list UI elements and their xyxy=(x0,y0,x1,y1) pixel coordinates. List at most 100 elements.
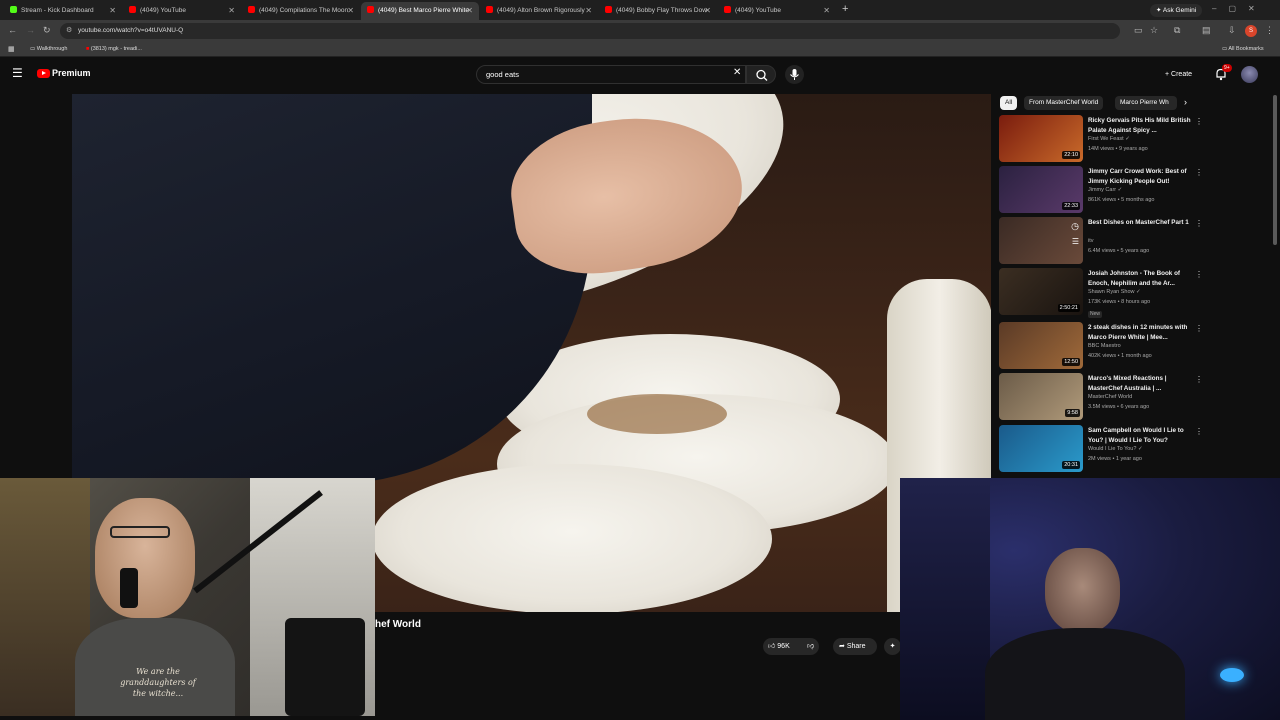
close-tab-icon[interactable]: ✕ xyxy=(704,2,711,19)
webcam-left: We are the granddaughters of the witche.… xyxy=(0,478,375,716)
account-avatar[interactable] xyxy=(1241,66,1258,83)
voice-search-button[interactable] xyxy=(785,65,804,84)
duration-badge: 22:10 xyxy=(1062,151,1080,159)
bookmark-walkthrough[interactable]: ▭ Walkthrough xyxy=(30,44,67,55)
cast-icon[interactable]: ▭ xyxy=(1134,25,1143,36)
site-info-icon[interactable]: ⚙ xyxy=(66,23,72,39)
video-title[interactable]: Ricky Gervais Pits His Mild British Pala… xyxy=(1088,116,1192,135)
video-thumbnail[interactable]: 22:10 xyxy=(999,115,1083,162)
recommended-video[interactable]: 9:58 Marco's Mixed Reactions | MasterChe… xyxy=(999,373,1209,422)
video-thumbnail[interactable]: 20:31 xyxy=(999,425,1083,472)
video-meta: 402K views • 1 month ago xyxy=(1088,353,1152,359)
video-title[interactable]: Jimmy Carr Crowd Work: Best of Jimmy Kic… xyxy=(1088,167,1192,186)
ask-button[interactable]: ✦ xyxy=(884,638,901,655)
more-options-icon[interactable]: ⋮ xyxy=(1195,117,1203,126)
recommended-video[interactable]: 22:10 Ricky Gervais Pits His Mild Britis… xyxy=(999,115,1209,164)
clear-search-icon[interactable]: ✕ xyxy=(733,67,741,78)
hamburger-menu-icon[interactable]: ☰ xyxy=(12,66,23,80)
sidebar-scrollbar[interactable] xyxy=(1273,95,1277,245)
duration-badge: 22:33 xyxy=(1062,202,1080,210)
sauce xyxy=(587,394,727,434)
close-tab-icon[interactable]: ✕ xyxy=(228,2,235,19)
forward-icon[interactable]: → xyxy=(26,25,35,35)
chevron-right-icon[interactable]: › xyxy=(1184,97,1187,107)
dislike-button[interactable]: 👎︎ xyxy=(807,638,814,655)
video-thumbnail[interactable]: ◷ ☰ xyxy=(999,217,1083,264)
all-bookmarks[interactable]: ▭ All Bookmarks xyxy=(1222,44,1264,55)
channel-name[interactable]: First We Feast ✓ xyxy=(1088,136,1130,142)
close-tab-icon[interactable]: ✕ xyxy=(466,2,473,19)
extensions-icon[interactable]: ⧉ xyxy=(1174,25,1180,36)
chip-from-masterchef-world[interactable]: From MasterChef World xyxy=(1024,96,1104,110)
window-controls[interactable]: –▢✕ xyxy=(1212,4,1267,13)
url-field[interactable]: ⚙ youtube.com/watch?v=o4tUVANU-Q xyxy=(60,23,1120,39)
recommended-video[interactable]: 20:31 Sam Campbell on Would I Lie to You… xyxy=(999,425,1209,474)
webcam-right xyxy=(900,478,1280,720)
new-tab-button[interactable]: + xyxy=(842,3,848,15)
chip-marco-pierre-white[interactable]: Marco Pierre Wh xyxy=(1115,96,1177,110)
bookmark-star-icon[interactable]: ☆ xyxy=(1150,25,1158,36)
video-title[interactable]: Marco's Mixed Reactions | MasterChef Aus… xyxy=(1088,374,1192,393)
duration-badge: 2:50:21 xyxy=(1057,304,1080,312)
kick-favicon-icon xyxy=(10,6,17,13)
duration-badge: 20:31 xyxy=(1062,461,1080,469)
duration-badge: 9:58 xyxy=(1065,409,1080,417)
more-options-icon[interactable]: ⋮ xyxy=(1195,375,1203,384)
close-tab-icon[interactable]: ✕ xyxy=(823,2,830,19)
video-title[interactable]: Sam Campbell on Would I Lie to You? | Wo… xyxy=(1088,426,1192,445)
youtube-logo-icon[interactable] xyxy=(37,69,50,78)
video-meta: 6.4M views • 5 years ago xyxy=(1088,248,1150,254)
channel-name[interactable]: Shawn Ryan Show ✓ xyxy=(1088,289,1141,295)
channel-name[interactable]: MasterChef World xyxy=(1088,394,1132,400)
recommended-video[interactable]: ◷ ☰ Best Dishes on MasterChef Part 1 itv… xyxy=(999,217,1209,266)
video-thumbnail[interactable]: 9:58 xyxy=(999,373,1083,420)
browser-tab[interactable]: (4049) Compilations The Moon ✕ xyxy=(242,2,360,20)
create-button[interactable]: + Create xyxy=(1158,66,1199,83)
reload-icon[interactable]: ↻ xyxy=(43,25,51,36)
chip-all[interactable]: All xyxy=(1000,96,1018,110)
downloads-icon[interactable]: ⇩ xyxy=(1228,25,1236,36)
recommended-video[interactable]: 12:50 2 steak dishes in 12 minutes with … xyxy=(999,322,1209,371)
browser-tab-active[interactable]: (4049) Best Marco Pierre White ✕ xyxy=(361,2,479,20)
more-options-icon[interactable]: ⋮ xyxy=(1195,219,1203,228)
bookmark-mgk[interactable]: ■ (3813) mgk - treadi... xyxy=(86,44,142,55)
video-thumbnail[interactable]: 22:33 xyxy=(999,166,1083,213)
video-title[interactable]: Josiah Johnston - The Book of Enoch, Nep… xyxy=(1088,269,1192,288)
recommended-video[interactable]: 2:50:21 Josiah Johnston - The Book of En… xyxy=(999,268,1209,318)
browser-tab[interactable]: (4049) YouTube ✕ xyxy=(123,2,241,20)
close-tab-icon[interactable]: ✕ xyxy=(347,2,354,19)
browser-tab[interactable]: (4049) Alton Brown Rigorously ✕ xyxy=(480,2,598,20)
add-to-queue-icon[interactable]: ☰ xyxy=(1072,237,1079,246)
browser-tab[interactable]: (4049) Bobby Flay Throws Dow ✕ xyxy=(599,2,717,20)
browser-tab[interactable]: Stream - Kick Dashboard ✕ xyxy=(4,2,122,20)
more-options-icon[interactable]: ⋮ xyxy=(1195,270,1203,279)
channel-name[interactable]: Would I Lie To You? ✓ xyxy=(1088,446,1143,452)
share-button[interactable]: ➦ Share xyxy=(833,638,877,655)
channel-name[interactable]: itv xyxy=(1088,238,1094,244)
browser-tab[interactable]: (4049) YouTube ✕ xyxy=(718,2,836,20)
video-title[interactable]: Best Dishes on MasterChef Part 1 xyxy=(1088,218,1192,228)
browser-menu-icon[interactable]: ⋮ xyxy=(1265,25,1274,36)
youtube-logo-text[interactable]: Premium xyxy=(52,68,91,78)
youtube-favicon-icon xyxy=(129,6,136,13)
search-input[interactable]: good eats xyxy=(476,65,746,84)
more-options-icon[interactable]: ⋮ xyxy=(1195,427,1203,436)
more-options-icon[interactable]: ⋮ xyxy=(1195,324,1203,333)
recommended-video[interactable]: 22:33 Jimmy Carr Crowd Work: Best of Jim… xyxy=(999,166,1209,215)
like-button[interactable]: 👍︎ 96K xyxy=(768,638,790,655)
video-thumbnail[interactable]: 12:50 xyxy=(999,322,1083,369)
video-title[interactable]: 2 steak dishes in 12 minutes with Marco … xyxy=(1088,323,1192,342)
watch-later-icon[interactable]: ◷ xyxy=(1071,221,1079,232)
ask-gemini-button[interactable]: ✦ Ask Gemini xyxy=(1150,4,1203,17)
apps-grid-icon[interactable]: ▦ xyxy=(8,44,15,55)
more-options-icon[interactable]: ⋮ xyxy=(1195,168,1203,177)
video-thumbnail[interactable]: 2:50:21 xyxy=(999,268,1083,315)
channel-name[interactable]: BBC Maestro xyxy=(1088,343,1121,349)
back-icon[interactable]: ← xyxy=(8,25,17,35)
profile-avatar[interactable]: S xyxy=(1245,25,1257,37)
search-button[interactable] xyxy=(746,65,776,84)
channel-name[interactable]: Jimmy Carr ✓ xyxy=(1088,187,1122,193)
close-tab-icon[interactable]: ✕ xyxy=(109,2,116,19)
sidepanel-icon[interactable]: ▤ xyxy=(1202,25,1211,36)
close-tab-icon[interactable]: ✕ xyxy=(585,2,592,19)
